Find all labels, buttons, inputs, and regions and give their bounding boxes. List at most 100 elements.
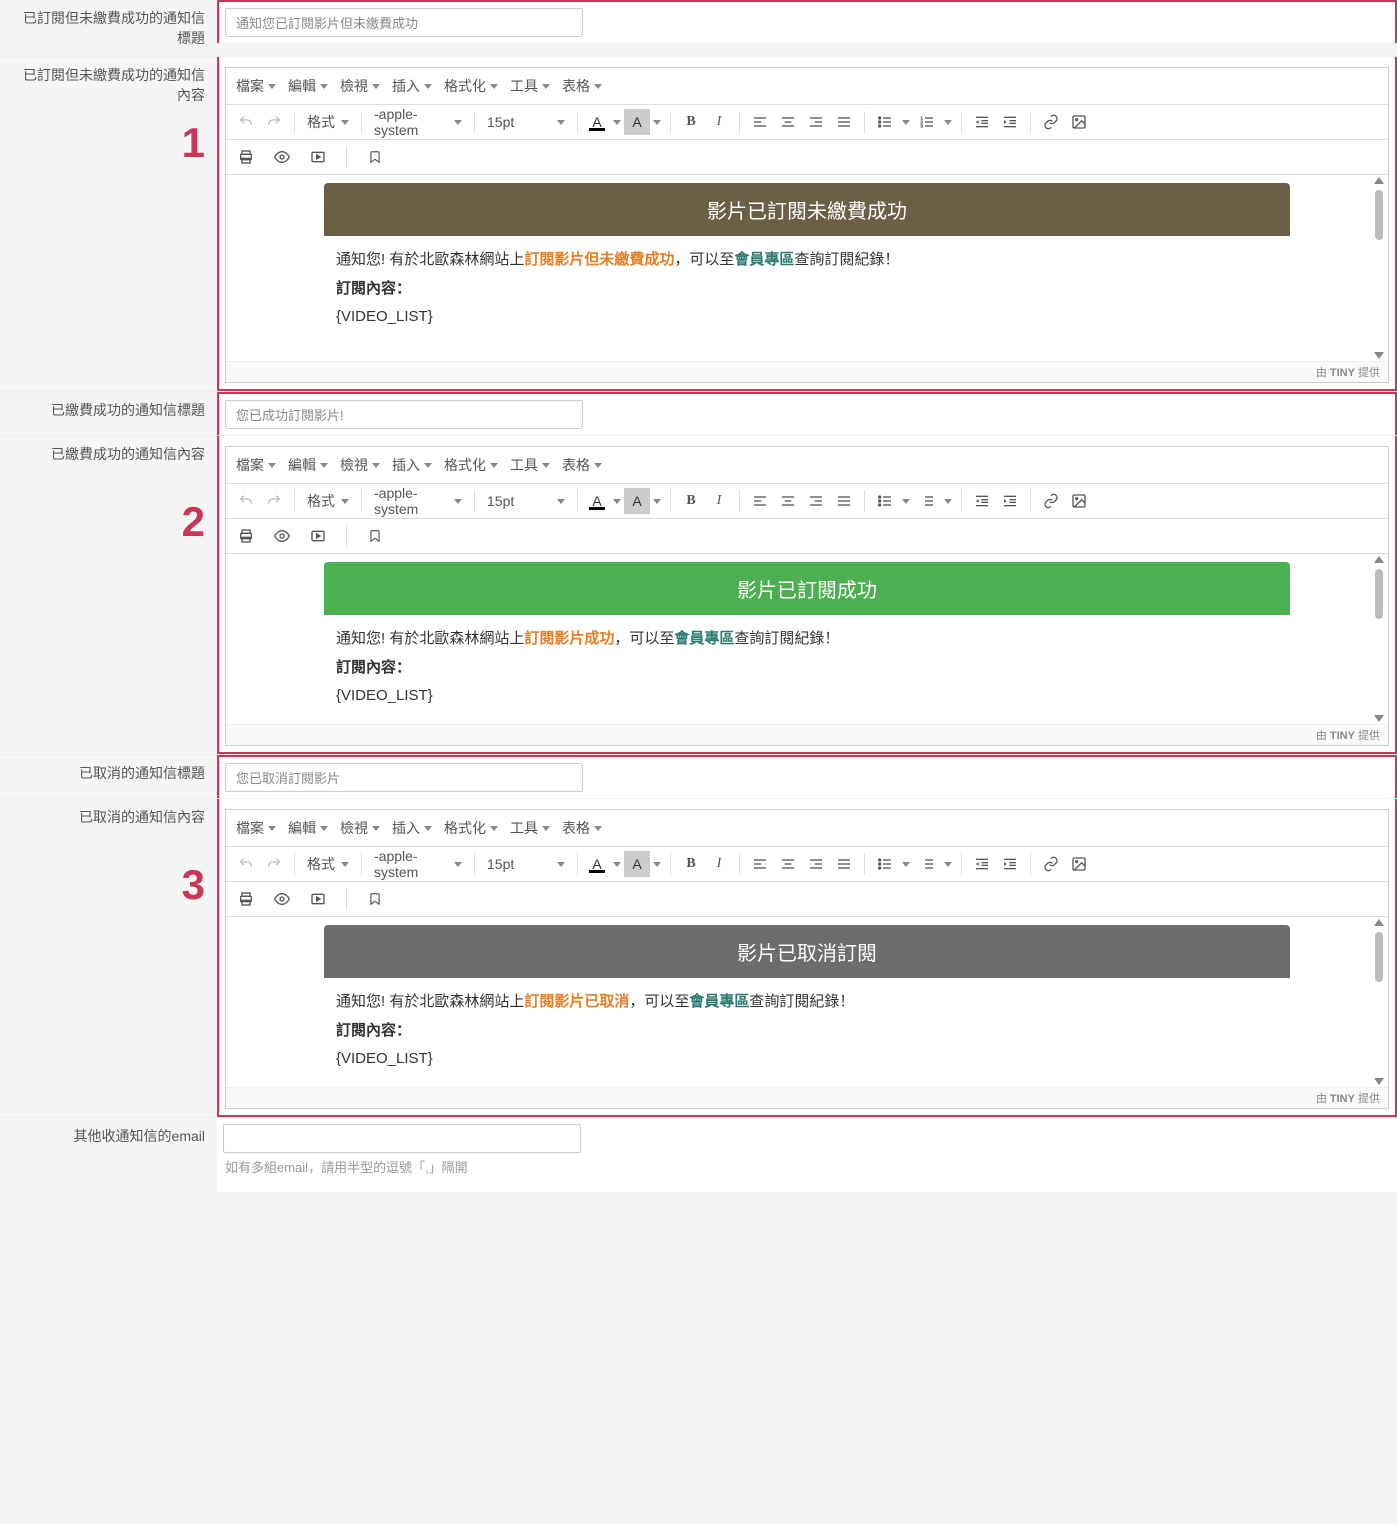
align-right-icon[interactable]	[803, 851, 829, 877]
style-select[interactable]: 格式	[301, 109, 355, 135]
text-color-icon[interactable]: A	[584, 488, 610, 514]
align-right-icon[interactable]	[803, 109, 829, 135]
number-list-icon[interactable]	[914, 488, 940, 514]
bg-color-dropdown[interactable]	[650, 488, 664, 514]
preview-icon[interactable]	[269, 886, 295, 912]
indent-icon[interactable]	[997, 488, 1023, 514]
bookmark-icon[interactable]	[362, 523, 388, 549]
sec1-title-input[interactable]	[225, 8, 583, 37]
menu-tools[interactable]: 工具	[506, 814, 554, 842]
menu-table[interactable]: 表格	[558, 72, 606, 100]
number-list-dropdown[interactable]	[941, 488, 955, 514]
preview-icon[interactable]	[269, 144, 295, 170]
menu-table[interactable]: 表格	[558, 451, 606, 479]
number-list-icon[interactable]: 123	[914, 109, 940, 135]
redo-icon[interactable]	[261, 488, 287, 514]
outdent-icon[interactable]	[969, 851, 995, 877]
menu-format[interactable]: 格式化	[440, 451, 502, 479]
menu-insert[interactable]: 插入	[388, 72, 436, 100]
menu-insert[interactable]: 插入	[388, 451, 436, 479]
bg-color-dropdown[interactable]	[650, 109, 664, 135]
bg-color-icon[interactable]: A	[624, 109, 650, 135]
media-icon[interactable]	[305, 886, 331, 912]
menu-edit[interactable]: 編輯	[284, 72, 332, 100]
image-icon[interactable]	[1066, 851, 1092, 877]
menu-view[interactable]: 檢視	[336, 814, 384, 842]
link-icon[interactable]	[1038, 851, 1064, 877]
media-icon[interactable]	[305, 144, 331, 170]
image-icon[interactable]	[1066, 488, 1092, 514]
undo-icon[interactable]	[233, 488, 259, 514]
preview-icon[interactable]	[269, 523, 295, 549]
menu-insert[interactable]: 插入	[388, 814, 436, 842]
number-list-dropdown[interactable]	[941, 851, 955, 877]
editor-canvas[interactable]: 影片已訂閱未繳費成功 通知您! 有於北歐森林網站上訂閱影片但未繳費成功，可以至會…	[226, 175, 1388, 361]
menu-view[interactable]: 檢視	[336, 72, 384, 100]
align-center-icon[interactable]	[775, 851, 801, 877]
menu-file[interactable]: 檔案	[232, 72, 280, 100]
sec2-title-input[interactable]	[225, 400, 583, 429]
menu-file[interactable]: 檔案	[232, 451, 280, 479]
italic-icon[interactable]: I	[706, 109, 732, 135]
bullet-list-icon[interactable]	[872, 851, 898, 877]
size-select[interactable]: 15pt	[481, 109, 571, 135]
undo-icon[interactable]	[233, 109, 259, 135]
menu-format[interactable]: 格式化	[440, 72, 502, 100]
size-select[interactable]: 15pt	[481, 488, 571, 514]
italic-icon[interactable]: I	[706, 851, 732, 877]
menu-format[interactable]: 格式化	[440, 814, 502, 842]
undo-icon[interactable]	[233, 851, 259, 877]
bullet-list-dropdown[interactable]	[899, 109, 913, 135]
redo-icon[interactable]	[261, 109, 287, 135]
menu-tools[interactable]: 工具	[506, 72, 554, 100]
indent-icon[interactable]	[997, 109, 1023, 135]
print-icon[interactable]	[233, 886, 259, 912]
text-color-icon[interactable]: A	[584, 851, 610, 877]
align-left-icon[interactable]	[747, 488, 773, 514]
font-select[interactable]: -apple-system	[368, 488, 468, 514]
menu-table[interactable]: 表格	[558, 814, 606, 842]
print-icon[interactable]	[233, 144, 259, 170]
scrollbar[interactable]	[1372, 177, 1386, 359]
bold-icon[interactable]: B	[678, 109, 704, 135]
bullet-list-icon[interactable]	[872, 109, 898, 135]
bold-icon[interactable]: B	[678, 488, 704, 514]
outdent-icon[interactable]	[969, 488, 995, 514]
bookmark-icon[interactable]	[362, 886, 388, 912]
scrollbar[interactable]	[1372, 919, 1386, 1085]
align-center-icon[interactable]	[775, 488, 801, 514]
text-color-icon[interactable]: A	[584, 109, 610, 135]
indent-icon[interactable]	[997, 851, 1023, 877]
align-left-icon[interactable]	[747, 109, 773, 135]
align-justify-icon[interactable]	[831, 488, 857, 514]
number-list-dropdown[interactable]	[941, 109, 955, 135]
style-select[interactable]: 格式	[301, 488, 355, 514]
menu-edit[interactable]: 編輯	[284, 814, 332, 842]
link-icon[interactable]	[1038, 109, 1064, 135]
bookmark-icon[interactable]	[362, 144, 388, 170]
bg-color-icon[interactable]: A	[624, 851, 650, 877]
align-left-icon[interactable]	[747, 851, 773, 877]
outdent-icon[interactable]	[969, 109, 995, 135]
size-select[interactable]: 15pt	[481, 851, 571, 877]
scrollbar[interactable]	[1372, 556, 1386, 722]
link-icon[interactable]	[1038, 488, 1064, 514]
text-color-dropdown[interactable]	[610, 109, 624, 135]
align-right-icon[interactable]	[803, 488, 829, 514]
menu-edit[interactable]: 編輯	[284, 451, 332, 479]
bg-color-icon[interactable]: A	[624, 488, 650, 514]
number-list-icon[interactable]	[914, 851, 940, 877]
editor-canvas[interactable]: 影片已訂閱成功 通知您! 有於北歐森林網站上訂閱影片成功，可以至會員專區查詢訂閱…	[226, 554, 1388, 724]
align-justify-icon[interactable]	[831, 109, 857, 135]
bullet-list-icon[interactable]	[872, 488, 898, 514]
align-justify-icon[interactable]	[831, 851, 857, 877]
text-color-dropdown[interactable]	[610, 851, 624, 877]
font-select[interactable]: -apple-system	[368, 851, 468, 877]
bg-color-dropdown[interactable]	[650, 851, 664, 877]
italic-icon[interactable]: I	[706, 488, 732, 514]
style-select[interactable]: 格式	[301, 851, 355, 877]
bullet-list-dropdown[interactable]	[899, 851, 913, 877]
media-icon[interactable]	[305, 523, 331, 549]
other-email-input[interactable]	[223, 1124, 581, 1153]
menu-file[interactable]: 檔案	[232, 814, 280, 842]
